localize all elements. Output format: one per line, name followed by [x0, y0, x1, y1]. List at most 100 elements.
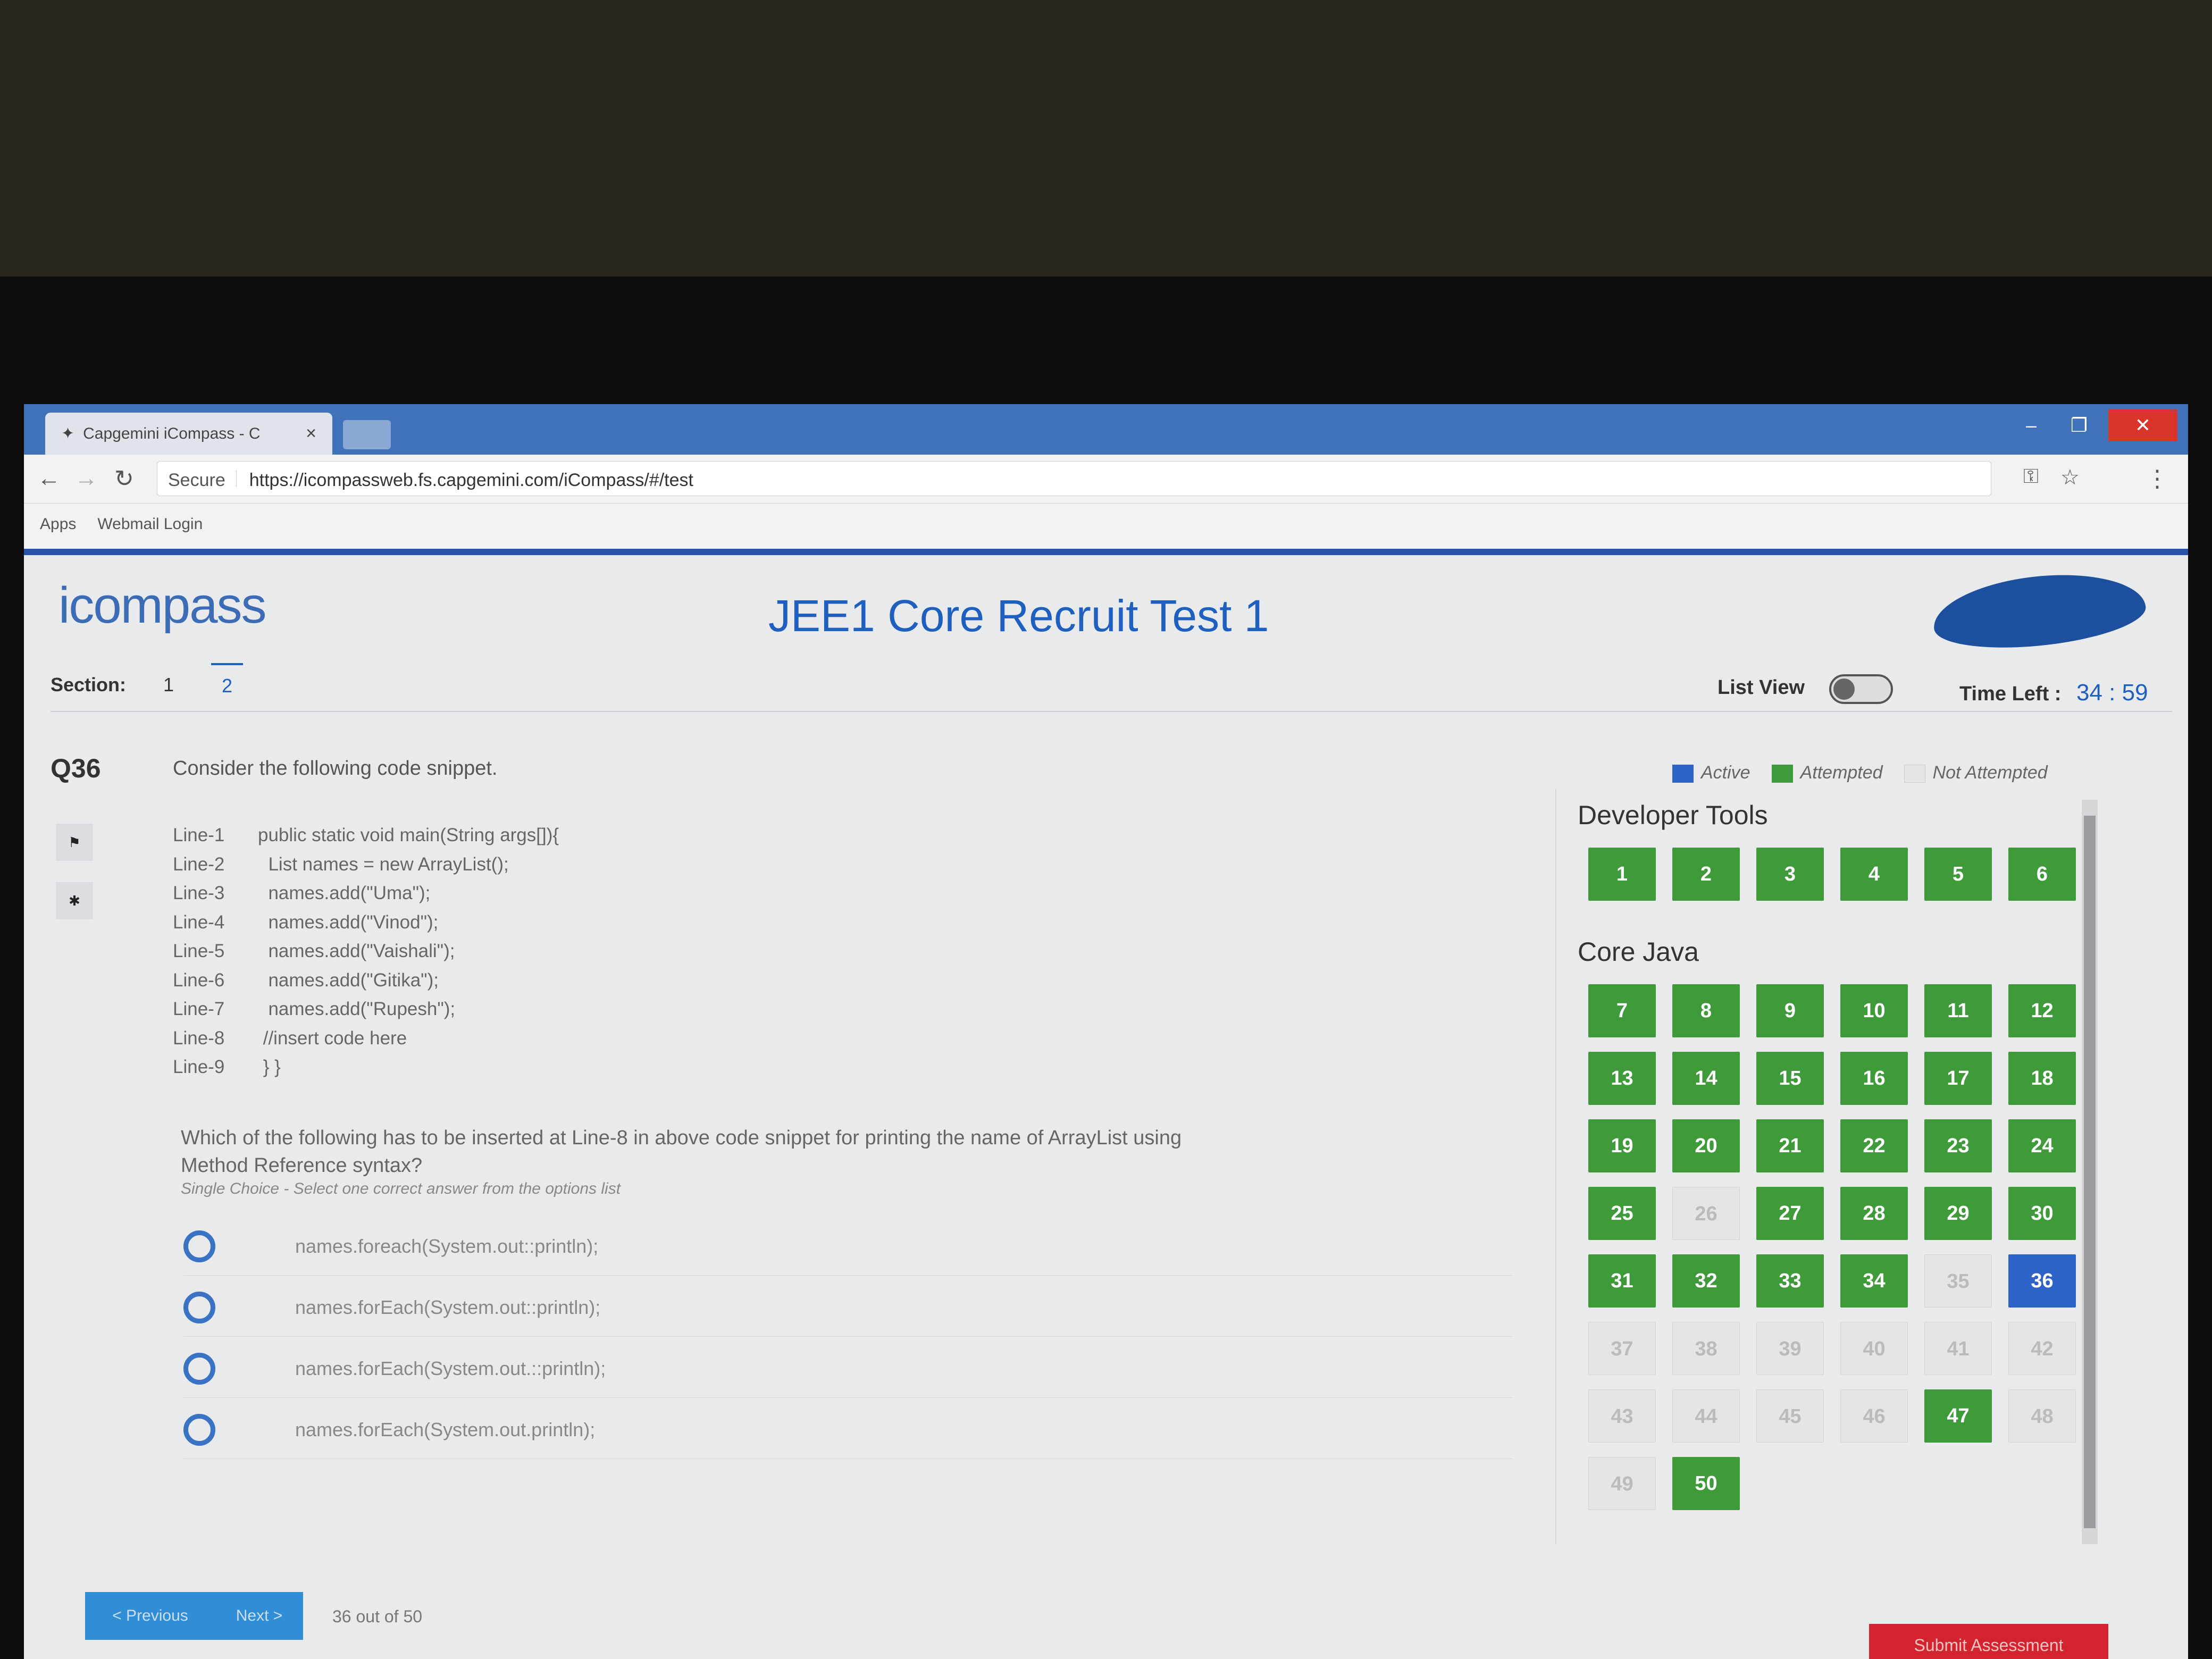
question-tile-8[interactable]: 8	[1672, 984, 1740, 1037]
question-tile-26[interactable]: 26	[1672, 1187, 1740, 1240]
list-view-label: List View	[1717, 676, 1805, 699]
radio-button[interactable]	[183, 1352, 215, 1385]
bookmark-webmail[interactable]: Webmail Login	[97, 515, 203, 537]
answer-option[interactable]: names.foreach(System.out::println);	[183, 1217, 1513, 1276]
answer-option[interactable]: names.forEach(System.out.println);	[183, 1401, 1513, 1459]
question-tile-47[interactable]: 47	[1924, 1389, 1992, 1443]
test-page: icompass JEE1 Core Recruit Test 1 Sectio…	[24, 555, 2188, 1659]
url-input[interactable]: Secure https://icompassweb.fs.capgemini.…	[157, 461, 1991, 496]
question-tile-31[interactable]: 31	[1588, 1254, 1656, 1308]
line-code: //insert code here	[258, 1027, 407, 1049]
question-tile-2[interactable]: 2	[1672, 848, 1740, 901]
legend-attempted: Attempted	[1771, 763, 1883, 783]
submit-assessment-button[interactable]: Submit Assessment	[1869, 1624, 2108, 1659]
question-tile-5[interactable]: 5	[1924, 848, 1992, 901]
line-code: List names = new ArrayList();	[258, 853, 509, 875]
forward-icon[interactable]: →	[74, 465, 98, 492]
time-left-label: Time Left :	[1959, 683, 2062, 705]
reload-icon[interactable]: ↻	[114, 465, 134, 492]
question-tile-36[interactable]: 36	[2008, 1254, 2076, 1308]
question-tile-28[interactable]: 28	[1840, 1187, 1908, 1240]
question-tile-23[interactable]: 23	[1924, 1119, 1992, 1172]
question-tile-29[interactable]: 29	[1924, 1187, 1992, 1240]
url-text: https://icompassweb.fs.capgemini.com/iCo…	[249, 470, 693, 490]
question-tile-3[interactable]: 3	[1756, 848, 1824, 901]
answer-option[interactable]: names.forEach(System.out::println);	[183, 1278, 1513, 1337]
question-tile-39[interactable]: 39	[1756, 1322, 1824, 1375]
back-icon[interactable]: ←	[37, 465, 61, 492]
question-tile-35[interactable]: 35	[1924, 1254, 1992, 1308]
question-tile-24[interactable]: 24	[2008, 1119, 2076, 1172]
legend-not-attempted: Not Attempted	[1904, 763, 2048, 783]
question-tile-19[interactable]: 19	[1588, 1119, 1656, 1172]
browser-tab-bar: ✦ Capgemini iCompass - C × – ❐ ✕	[24, 404, 2188, 455]
question-tile-43[interactable]: 43	[1588, 1389, 1656, 1443]
question-tile-42[interactable]: 42	[2008, 1322, 2076, 1375]
screen: ✦ Capgemini iCompass - C × – ❐ ✕ ← → ↻ S…	[24, 404, 2188, 1659]
bookmark-icon[interactable]: ✱	[56, 882, 93, 919]
radio-button[interactable]	[183, 1291, 215, 1323]
question-tile-11[interactable]: 11	[1924, 984, 1992, 1037]
line-number: Line-9	[173, 1057, 225, 1077]
question-tile-25[interactable]: 25	[1588, 1187, 1656, 1240]
question-tile-49[interactable]: 49	[1588, 1457, 1656, 1510]
palette-group-title: Developer Tools	[1578, 800, 1768, 830]
menu-icon[interactable]: ⋮	[2146, 465, 2169, 492]
question-tile-33[interactable]: 33	[1756, 1254, 1824, 1308]
question-tile-45[interactable]: 45	[1756, 1389, 1824, 1443]
question-tile-37[interactable]: 37	[1588, 1322, 1656, 1375]
question-tile-30[interactable]: 30	[2008, 1187, 2076, 1240]
radio-button[interactable]	[183, 1413, 215, 1446]
minimize-button[interactable]: –	[2007, 409, 2055, 441]
palette-scrollbar[interactable]	[2082, 800, 2098, 1544]
section-tab-2[interactable]: 2	[211, 663, 244, 707]
list-view-toggle[interactable]	[1829, 674, 1893, 704]
answer-option[interactable]: names.forEach(System.out.::println);	[183, 1339, 1513, 1398]
question-tile-27[interactable]: 27	[1756, 1187, 1824, 1240]
question-tile-32[interactable]: 32	[1672, 1254, 1740, 1308]
line-number: Line-6	[173, 969, 225, 991]
flag-icon[interactable]: ⚑	[56, 824, 93, 861]
question-tile-44[interactable]: 44	[1672, 1389, 1740, 1443]
question-tile-6[interactable]: 6	[2008, 848, 2076, 901]
question-tile-20[interactable]: 20	[1672, 1119, 1740, 1172]
question-tile-46[interactable]: 46	[1840, 1389, 1908, 1443]
question-tile-48[interactable]: 48	[2008, 1389, 2076, 1443]
question-tile-7[interactable]: 7	[1588, 984, 1656, 1037]
restore-button[interactable]: ❐	[2055, 409, 2103, 441]
browser-tab[interactable]: ✦ Capgemini iCompass - C ×	[45, 413, 332, 455]
radio-button[interactable]	[183, 1230, 215, 1262]
tab-close-icon[interactable]: ×	[306, 423, 316, 444]
star-icon[interactable]: ☆	[2060, 465, 2080, 490]
previous-button[interactable]: < Previous	[85, 1592, 215, 1640]
question-tile-22[interactable]: 22	[1840, 1119, 1908, 1172]
question-tile-16[interactable]: 16	[1840, 1052, 1908, 1105]
line-number: Line-5	[173, 941, 225, 961]
question-tile-21[interactable]: 21	[1756, 1119, 1824, 1172]
close-window-button[interactable]: ✕	[2108, 409, 2177, 441]
question-tile-9[interactable]: 9	[1756, 984, 1824, 1037]
section-tab-1[interactable]: 1	[163, 674, 174, 696]
question-tile-12[interactable]: 12	[2008, 984, 2076, 1037]
question-tile-17[interactable]: 17	[1924, 1052, 1992, 1105]
question-tile-40[interactable]: 40	[1840, 1322, 1908, 1375]
bookmarks-bar: Apps Webmail Login	[24, 504, 2188, 549]
key-icon[interactable]: ⚿	[2023, 465, 2039, 488]
question-tile-13[interactable]: 13	[1588, 1052, 1656, 1105]
question-tile-1[interactable]: 1	[1588, 848, 1656, 901]
new-tab-button[interactable]	[343, 420, 391, 449]
bookmark-apps[interactable]: Apps	[40, 515, 76, 537]
question-tile-14[interactable]: 14	[1672, 1052, 1740, 1105]
question-tile-50[interactable]: 50	[1672, 1457, 1740, 1510]
favicon-icon: ✦	[61, 425, 75, 442]
question-tile-41[interactable]: 41	[1924, 1322, 1992, 1375]
next-button[interactable]: Next >	[215, 1592, 303, 1640]
question-tile-18[interactable]: 18	[2008, 1052, 2076, 1105]
question-tile-38[interactable]: 38	[1672, 1322, 1740, 1375]
question-tile-34[interactable]: 34	[1840, 1254, 1908, 1308]
tab-title: Capgemini iCompass - C	[83, 424, 261, 442]
question-tile-4[interactable]: 4	[1840, 848, 1908, 901]
question-tile-15[interactable]: 15	[1756, 1052, 1824, 1105]
time-left-value: 34 : 59	[2076, 680, 2148, 706]
question-tile-10[interactable]: 10	[1840, 984, 1908, 1037]
